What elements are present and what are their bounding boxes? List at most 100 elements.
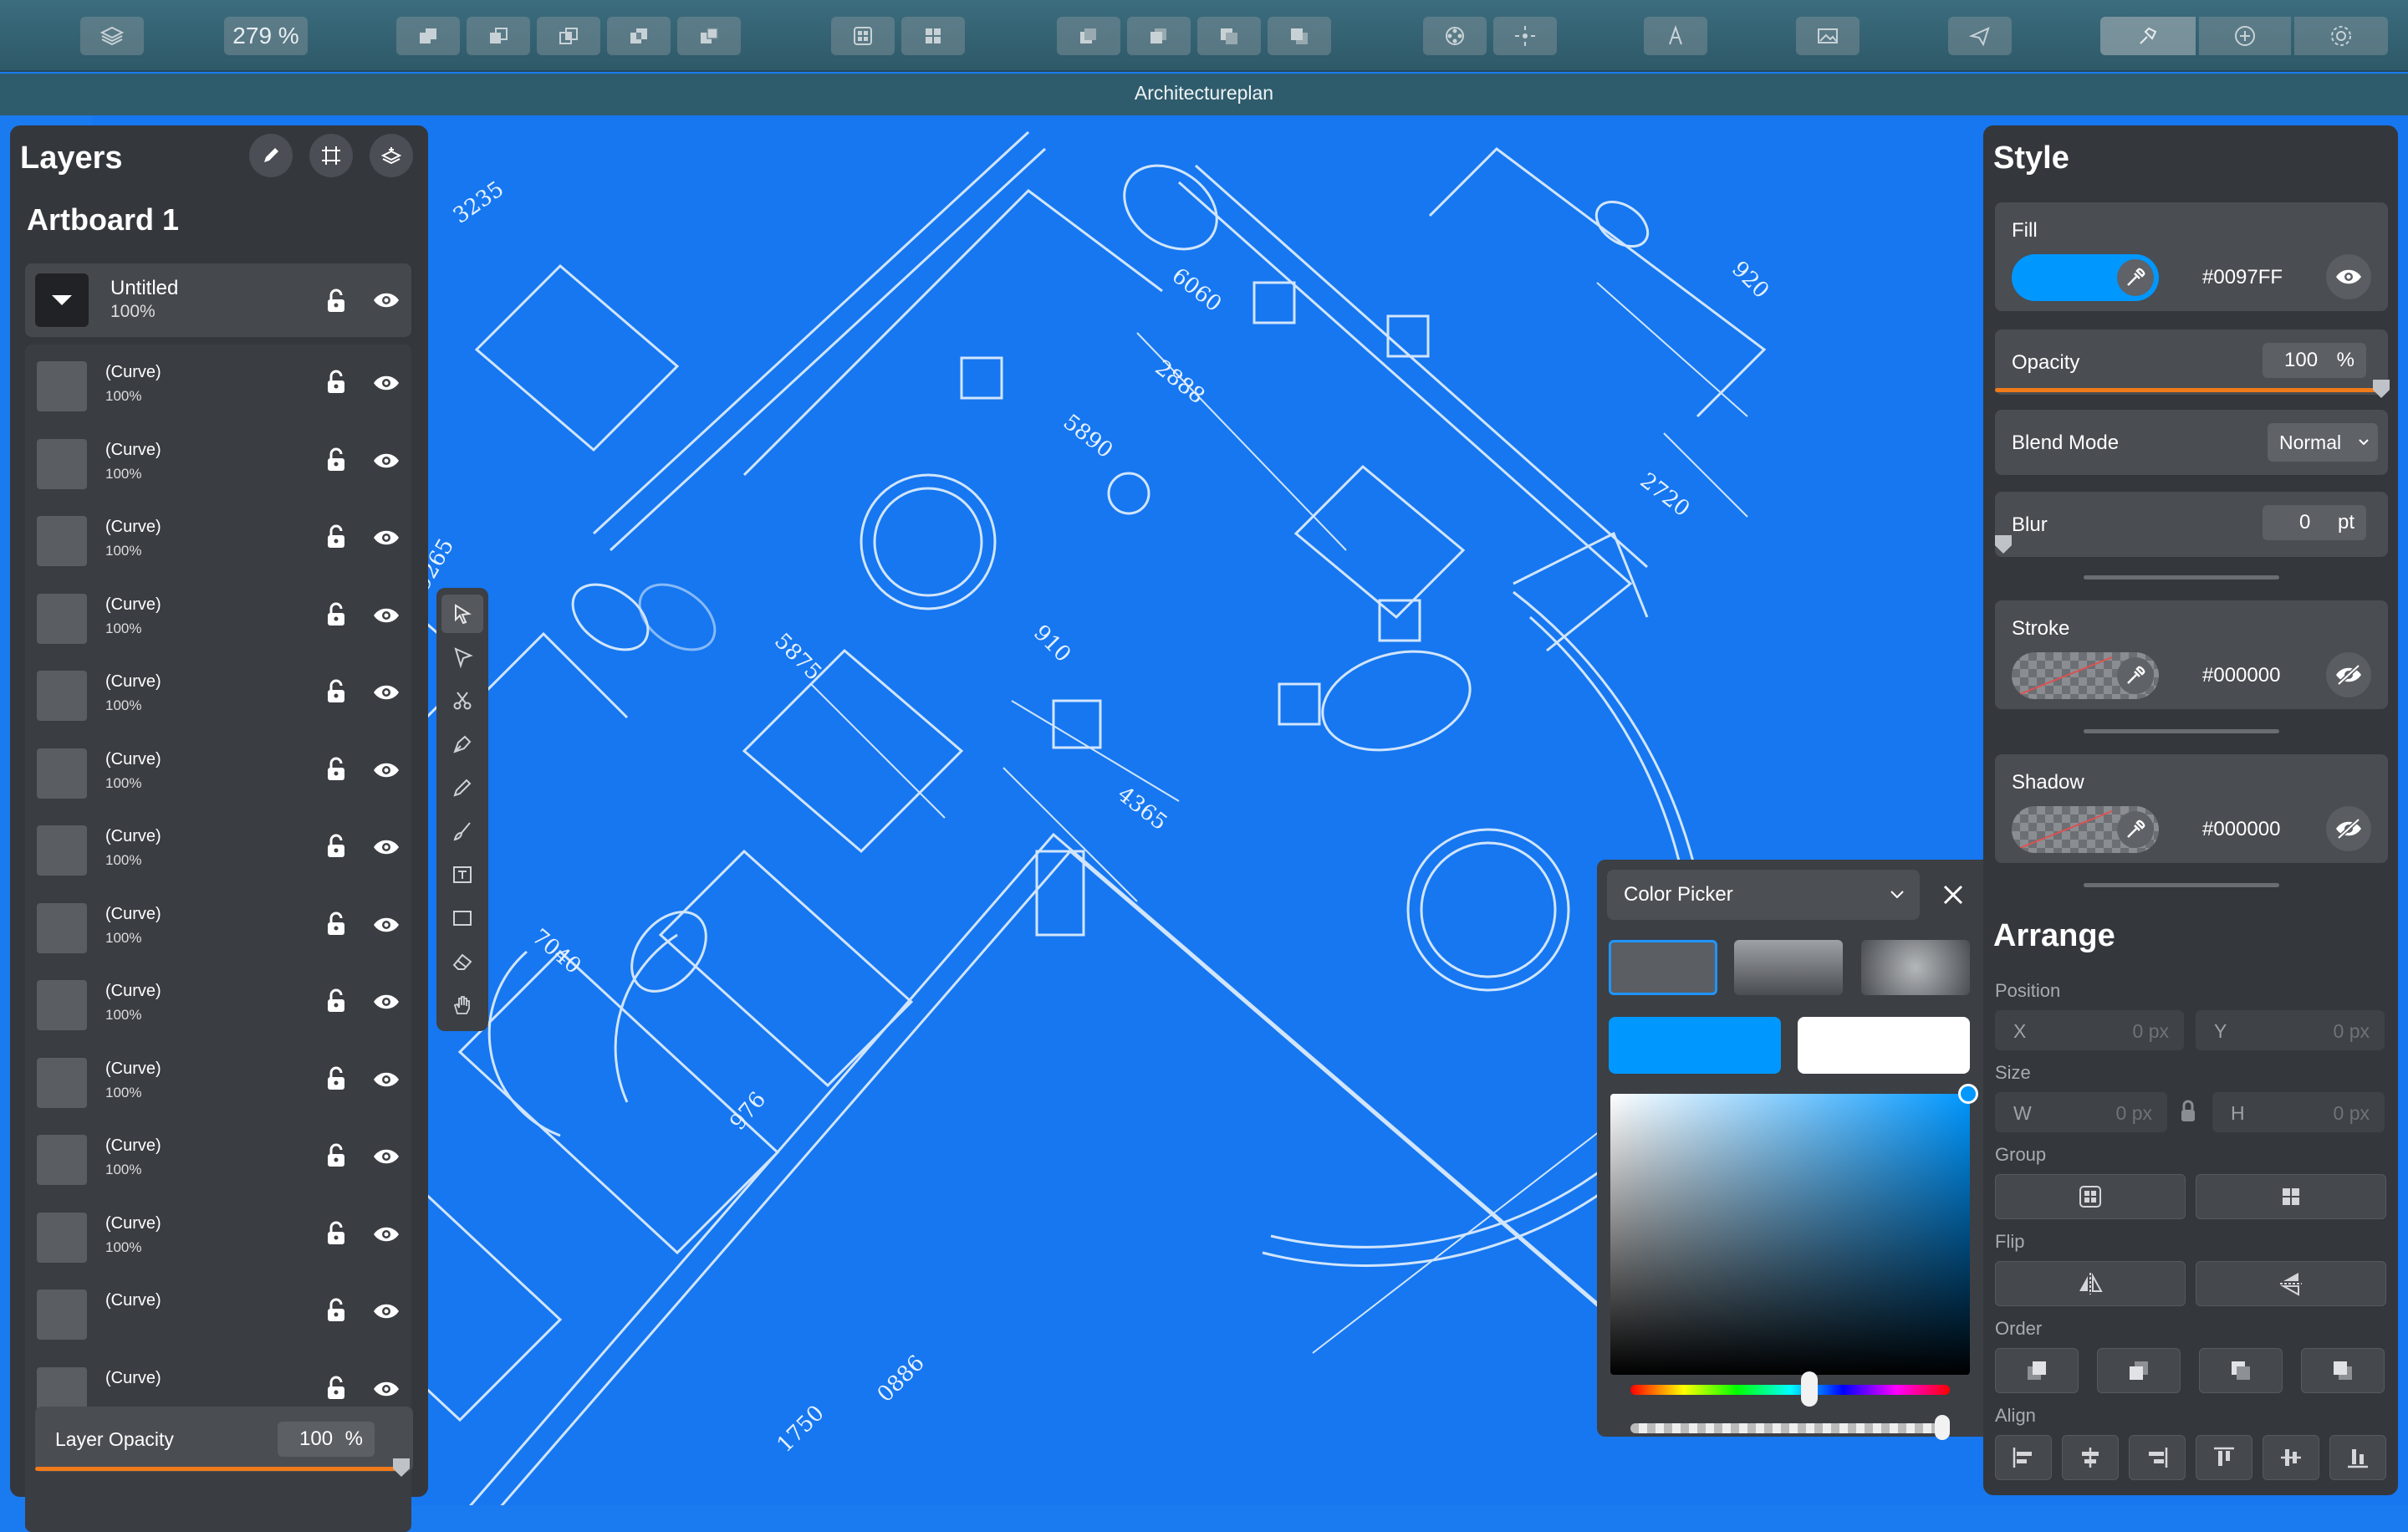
blur-input[interactable]: 0 pt: [2263, 505, 2366, 540]
blend-mode-dropdown[interactable]: Normal: [2268, 423, 2378, 462]
eyedropper-button[interactable]: [2117, 657, 2154, 694]
layer-row[interactable]: (Curve) 100%: [25, 732, 411, 809]
add-tab-icon[interactable]: [2199, 17, 2291, 55]
close-icon[interactable]: [1936, 878, 1970, 912]
layer-row[interactable]: (Curve) 100%: [25, 1041, 411, 1118]
align-center-h-button[interactable]: [2062, 1435, 2119, 1480]
visibility-eye-icon[interactable]: [373, 373, 400, 393]
layer-row[interactable]: (Curve): [25, 1273, 411, 1350]
text-style-icon[interactable]: [1644, 17, 1707, 55]
visibility-eye-icon[interactable]: [373, 992, 400, 1012]
layer-row[interactable]: (Curve) 100%: [25, 963, 411, 1040]
visibility-eye-icon[interactable]: [373, 682, 400, 702]
boolean-xor-icon[interactable]: [607, 17, 671, 55]
saturation-value-handle[interactable]: [1958, 1084, 1978, 1104]
opacity-slider-track[interactable]: [1995, 388, 2380, 392]
add-layer-button[interactable]: [370, 134, 413, 177]
saturation-value-square[interactable]: [1610, 1094, 1970, 1375]
unlock-icon[interactable]: [324, 447, 348, 472]
ungroup-icon[interactable]: [901, 17, 965, 55]
group-layer-row[interactable]: Untitled 100%: [25, 263, 411, 337]
order-backward-button[interactable]: [2199, 1348, 2283, 1393]
layer-opacity-slider-track[interactable]: [35, 1467, 401, 1471]
hue-slider-thumb[interactable]: [1801, 1371, 1818, 1407]
layer-opacity-input[interactable]: 100 %: [278, 1422, 375, 1457]
hand-tool[interactable]: [441, 986, 483, 1024]
shadow-hex-value[interactable]: #000000: [2202, 818, 2280, 841]
bring-to-front-icon[interactable]: [1057, 17, 1120, 55]
bring-forward-icon[interactable]: [1127, 17, 1191, 55]
opacity-slider-thumb[interactable]: [2373, 380, 2390, 398]
visibility-eye-icon[interactable]: [373, 1224, 400, 1244]
visibility-eye-icon[interactable]: [373, 837, 400, 857]
visibility-eye-icon[interactable]: [373, 915, 400, 935]
order-to-back-button[interactable]: [2301, 1348, 2385, 1393]
order-forward-button[interactable]: [2097, 1348, 2181, 1393]
alpha-slider[interactable]: [1630, 1423, 1950, 1433]
visibility-eye-icon[interactable]: [373, 1301, 400, 1321]
layer-list[interactable]: (Curve) 100% (Curve) 100% (Curve) 100% (Curve)…: [25, 345, 411, 1532]
layer-row[interactable]: (Curve) 100%: [25, 345, 411, 421]
blur-slider-thumb[interactable]: [1995, 535, 2012, 554]
snapping-icon[interactable]: [1423, 17, 1487, 55]
pencil-tool[interactable]: [441, 769, 483, 807]
fill-visibility-toggle[interactable]: [2326, 254, 2371, 299]
opacity-section[interactable]: Opacity 100 %: [1995, 329, 2390, 398]
shadow-color-swatch[interactable]: [2012, 806, 2159, 853]
flip-horizontal-button[interactable]: [1995, 1261, 2186, 1306]
pen-tool[interactable]: [441, 725, 483, 763]
scissors-tool[interactable]: [441, 682, 483, 720]
visibility-eye-icon[interactable]: [373, 605, 400, 626]
boolean-intersect-icon[interactable]: [537, 17, 600, 55]
visibility-eye-icon[interactable]: [373, 528, 400, 548]
layer-row[interactable]: (Curve) 100%: [25, 499, 411, 576]
solid-fill-type[interactable]: [1609, 940, 1717, 995]
unlock-icon[interactable]: [324, 602, 348, 627]
unlock-icon[interactable]: [324, 988, 348, 1014]
place-image-icon[interactable]: [1796, 17, 1860, 55]
align-center-v-button[interactable]: [2263, 1435, 2319, 1480]
group-button[interactable]: [1995, 1174, 2186, 1219]
y-position-field[interactable]: Y 0 px: [2196, 1010, 2385, 1050]
stroke-color-swatch[interactable]: [2012, 652, 2159, 699]
layer-row[interactable]: (Curve) 100%: [25, 809, 411, 886]
artboard-title[interactable]: Artboard 1: [27, 202, 179, 237]
zoom-level-button[interactable]: 279 %: [224, 17, 308, 55]
unlock-icon[interactable]: [324, 289, 348, 314]
boolean-add-icon[interactable]: [396, 17, 460, 55]
brush-tool[interactable]: [441, 812, 483, 850]
shadow-visibility-toggle[interactable]: [2326, 806, 2371, 851]
unlock-icon[interactable]: [324, 370, 348, 395]
layer-row[interactable]: (Curve) 100%: [25, 654, 411, 731]
unlock-icon[interactable]: [324, 1221, 348, 1246]
align-right-button[interactable]: [2129, 1435, 2186, 1480]
visibility-eye-icon[interactable]: [373, 451, 400, 471]
ungroup-button[interactable]: [2196, 1174, 2386, 1219]
unlock-icon[interactable]: [324, 912, 348, 937]
color-picker-mode-dropdown[interactable]: Color Picker: [1607, 870, 1920, 920]
group-icon[interactable]: [831, 17, 895, 55]
radial-gradient-type[interactable]: [1861, 940, 1970, 995]
x-position-field[interactable]: X 0 px: [1995, 1010, 2184, 1050]
visibility-eye-icon[interactable]: [373, 1379, 400, 1399]
order-to-front-button[interactable]: [1995, 1348, 2079, 1393]
layer-opacity-control[interactable]: Layer Opacity 100 %: [35, 1407, 413, 1477]
unlock-icon[interactable]: [324, 834, 348, 859]
unlock-icon[interactable]: [324, 1143, 348, 1168]
visibility-eye-icon[interactable]: [373, 1070, 400, 1090]
layer-row[interactable]: (Curve) 100%: [25, 422, 411, 499]
visibility-eye-icon[interactable]: [373, 760, 400, 780]
recent-color-swatch[interactable]: [1798, 1017, 1970, 1074]
height-field[interactable]: H 0 px: [2212, 1092, 2385, 1132]
eyedropper-button[interactable]: [2117, 259, 2154, 296]
shape-tool[interactable]: [441, 899, 483, 937]
stroke-hex-value[interactable]: #000000: [2202, 664, 2280, 687]
eraser-tool[interactable]: [441, 942, 483, 981]
stroke-visibility-toggle[interactable]: [2326, 652, 2371, 697]
unlock-icon[interactable]: [324, 1298, 348, 1323]
move-tool[interactable]: [441, 595, 483, 633]
unlock-icon[interactable]: [324, 1376, 348, 1401]
alpha-slider-thumb[interactable]: [1935, 1415, 1950, 1440]
unlock-icon[interactable]: [324, 524, 348, 549]
settings-tab-icon[interactable]: [2294, 17, 2388, 55]
